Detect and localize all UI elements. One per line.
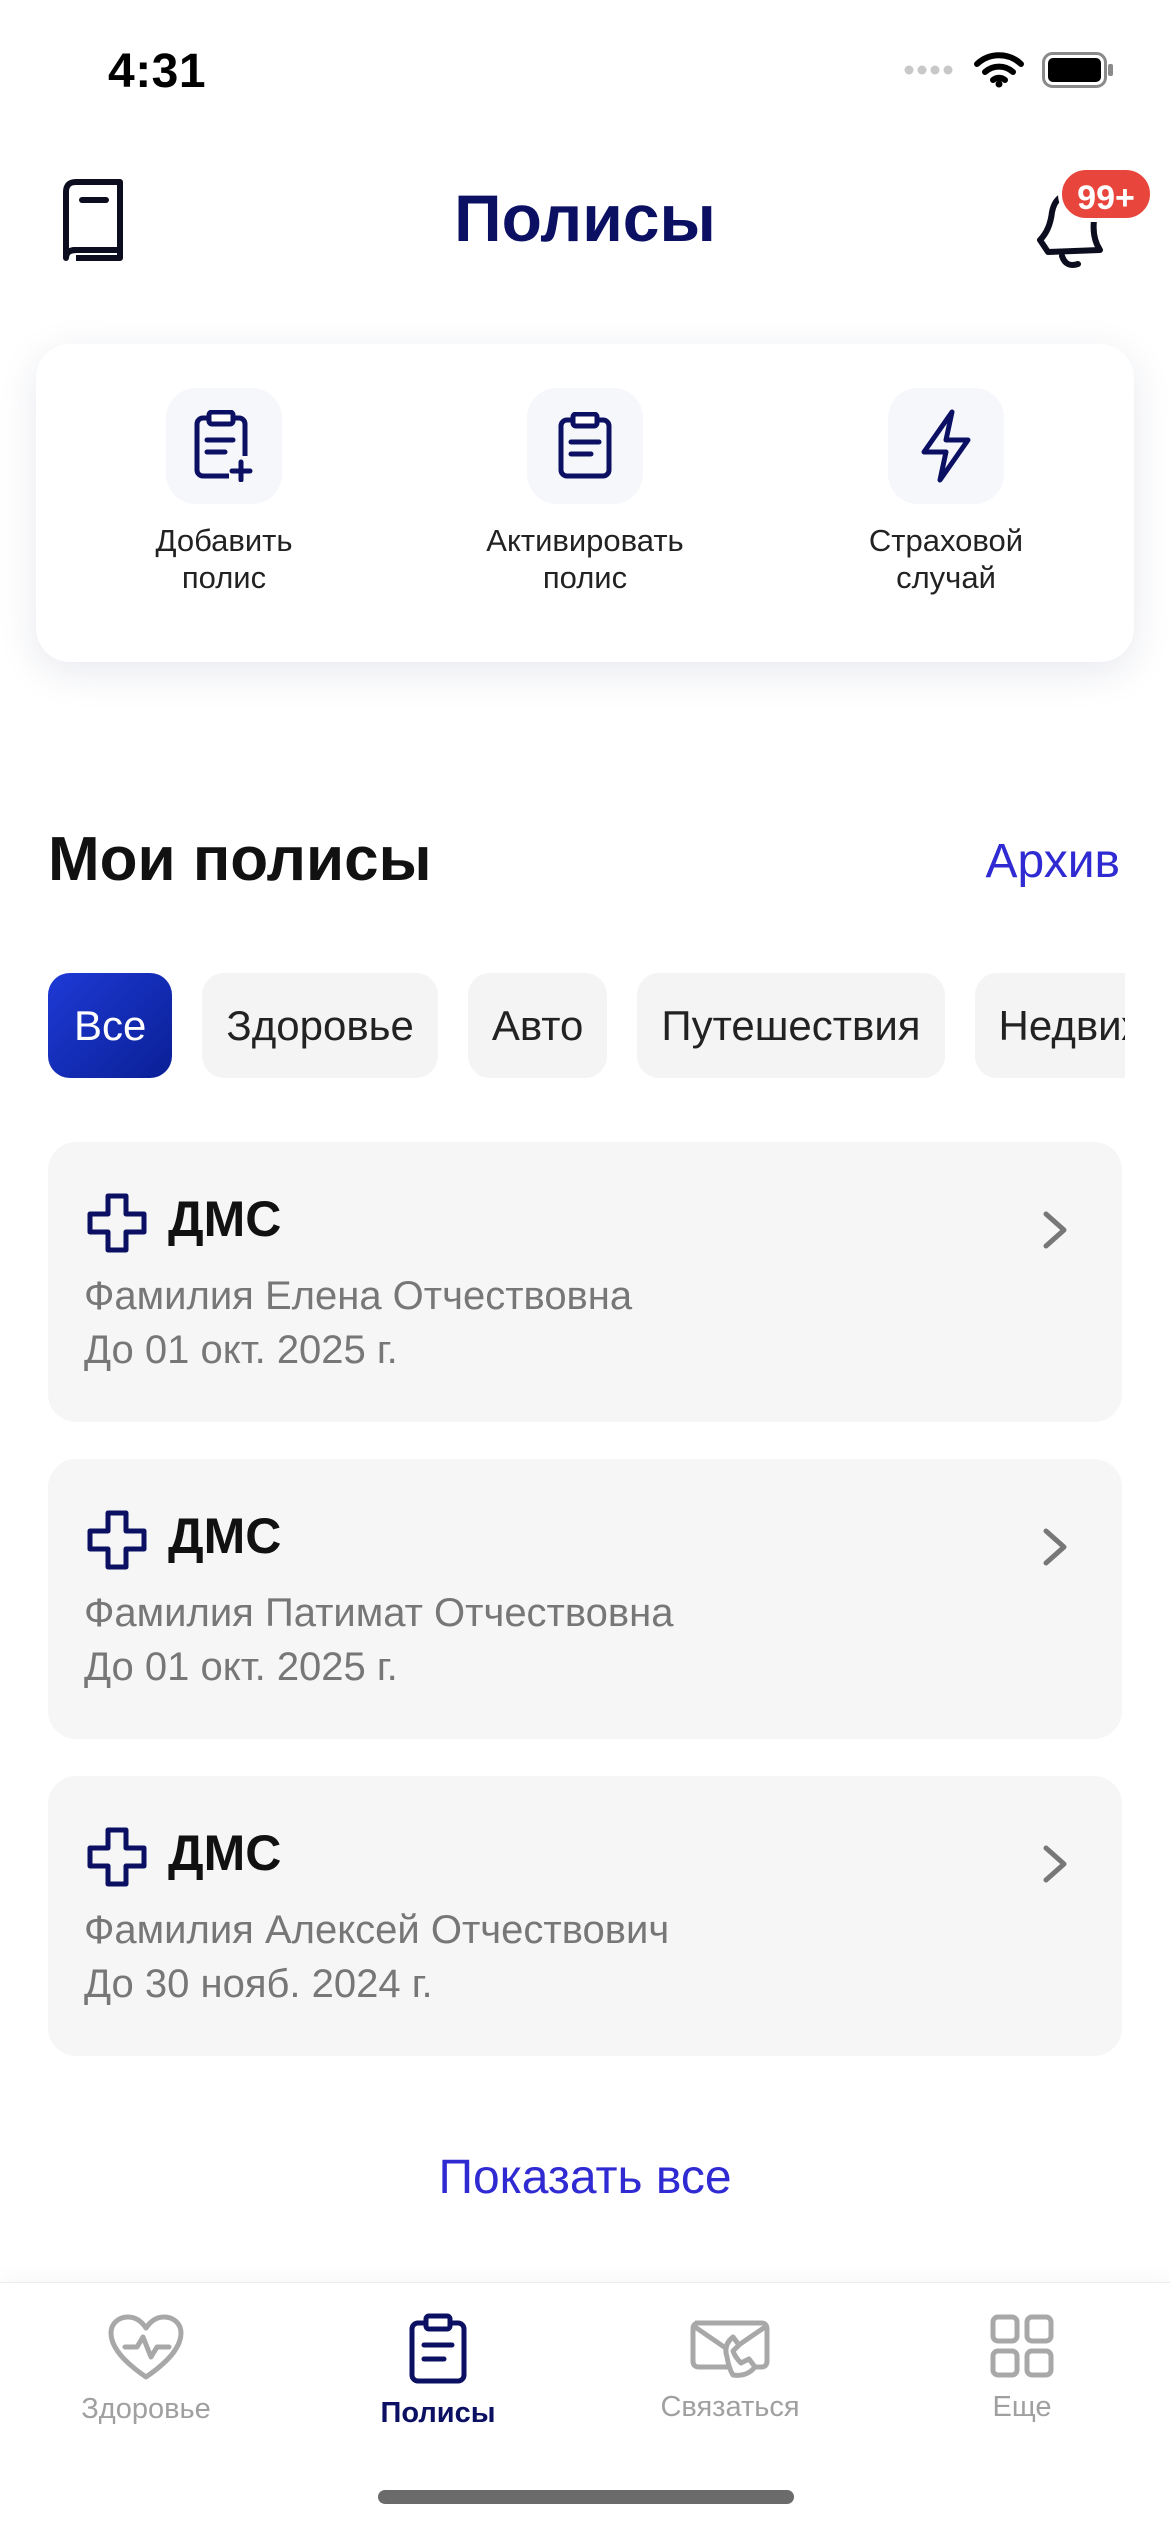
quick-actions-card: Добавить полис Активировать полис Страхо… <box>36 344 1134 662</box>
tab-policies-label: Полисы <box>380 2397 496 2429</box>
policy-title: ДМС <box>168 1508 282 1564</box>
activate-policy-button[interactable]: Активировать полис <box>415 388 755 596</box>
archive-link[interactable]: Архив <box>986 834 1120 889</box>
policy-holder: Фамилия Патимат Отчествовна <box>84 1591 674 1635</box>
add-policy-button[interactable]: Добавить полис <box>54 388 394 596</box>
tab-contact[interactable]: Связаться <box>600 2313 860 2424</box>
policy-holder: Фамилия Алексей Отчествович <box>84 1908 670 1952</box>
filter-chip-health[interactable]: Здоровье <box>202 973 438 1078</box>
tab-health-label: Здоровье <box>81 2393 211 2425</box>
wifi-icon <box>974 52 1024 88</box>
policy-holder: Фамилия Елена Отчествовна <box>84 1274 633 1318</box>
policy-title: ДМС <box>168 1825 282 1881</box>
section-title: Мои полисы <box>48 825 432 894</box>
chevron-right-icon <box>1043 1211 1067 1249</box>
medical-cross-icon <box>87 1827 147 1887</box>
battery-icon <box>1042 52 1113 88</box>
status-time: 4:31 <box>108 45 207 98</box>
chevron-right-icon <box>1043 1845 1067 1883</box>
policy-valid-until: До 01 окт. 2025 г. <box>84 1328 398 1372</box>
filter-chip-auto[interactable]: Авто <box>467 973 608 1078</box>
policy-card[interactable]: ДМС Фамилия Алексей Отчествович До 30 но… <box>48 1776 1122 2056</box>
activate-policy-label: Активировать полис <box>486 523 684 595</box>
phone-mail-icon <box>690 2320 770 2378</box>
status-icons <box>904 52 1114 88</box>
cellular-signal-icon <box>904 65 953 75</box>
notification-badge: 99+ <box>1058 166 1154 222</box>
heart-pulse-icon <box>108 2314 184 2380</box>
filter-chip-property[interactable]: Недвиж <box>974 973 1125 1078</box>
page-title: Полисы <box>454 181 716 255</box>
show-all-button[interactable]: Показать все <box>0 2150 1170 2205</box>
chevron-right-icon <box>1043 1528 1067 1566</box>
policy-card[interactable]: ДМС Фамилия Елена Отчествовна До 01 окт.… <box>48 1142 1122 1422</box>
medical-cross-icon <box>87 1193 147 1253</box>
tab-contact-label: Связаться <box>660 2391 800 2423</box>
tab-health[interactable]: Здоровье <box>16 2313 276 2426</box>
lightning-icon <box>921 409 971 483</box>
filter-chip-all[interactable]: Все <box>48 973 173 1078</box>
tab-more[interactable]: Еще <box>892 2313 1152 2424</box>
insurance-case-label: Страховой случай <box>868 523 1024 595</box>
clipboard-plus-icon <box>194 410 255 482</box>
grid-icon <box>990 2314 1054 2378</box>
tab-more-label: Еще <box>992 2391 1052 2423</box>
tab-policies[interactable]: Полисы <box>308 2313 568 2430</box>
clipboard-icon <box>409 2313 467 2384</box>
clipboard-list-icon <box>558 412 612 479</box>
policy-card[interactable]: ДМС Фамилия Патимат Отчествовна До 01 ок… <box>48 1459 1122 1739</box>
policy-title: ДМС <box>168 1191 282 1247</box>
insurance-case-button[interactable]: Страховой случай <box>776 388 1116 596</box>
filter-chips: Все Здоровье Авто Путешествия Недвиж <box>48 973 1125 1078</box>
add-policy-label: Добавить полис <box>155 523 293 595</box>
policy-valid-until: До 30 нояб. 2024 г. <box>84 1962 433 2006</box>
filter-chip-travel[interactable]: Путешествия <box>637 973 945 1078</box>
home-indicator <box>378 2490 794 2504</box>
policy-valid-until: До 01 окт. 2025 г. <box>84 1645 398 1689</box>
medical-cross-icon <box>87 1510 147 1570</box>
